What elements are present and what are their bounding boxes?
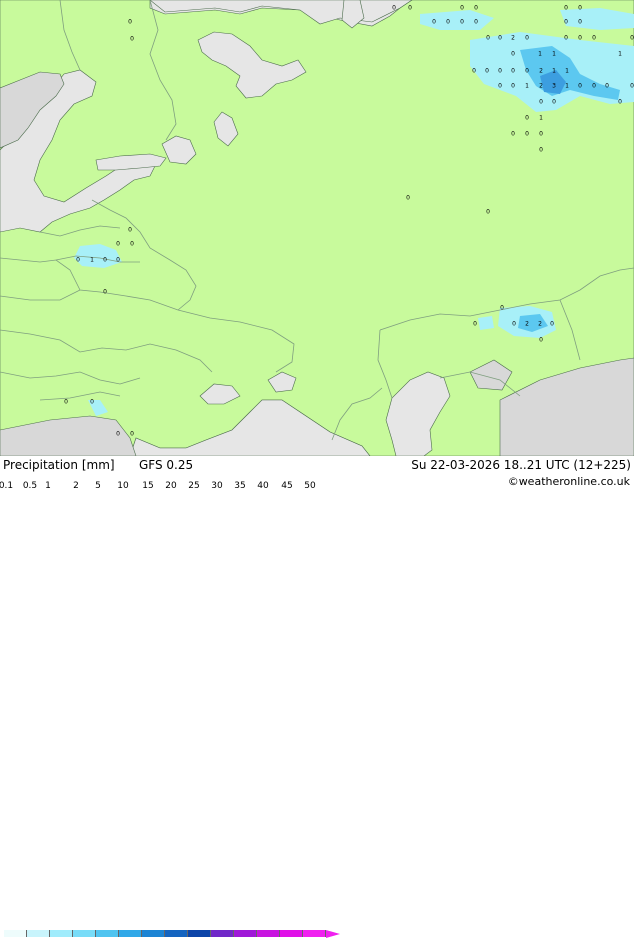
precip-value-label: 0 <box>630 35 634 42</box>
precip-value-label: 2 <box>538 321 542 328</box>
precip-value-label: 0 <box>90 399 94 406</box>
precip-value-label: 0 <box>592 83 596 90</box>
legend-swatch <box>280 930 303 937</box>
precip-value-label: 0 <box>473 321 477 328</box>
precip-value-label: 1 <box>565 83 569 90</box>
precip-value-label: 1 <box>552 68 556 75</box>
precip-value-label: 0 <box>539 147 543 154</box>
precip-value-label: 0 <box>512 321 516 328</box>
legend-swatch <box>27 930 50 937</box>
precip-value-label: 0 <box>539 131 543 138</box>
precip-value-label: 0 <box>130 431 134 438</box>
precip-value-label: 0 <box>552 99 556 106</box>
precip-value-label: 2 <box>539 68 543 75</box>
precip-value-label: 0 <box>406 195 410 202</box>
legend-swatch <box>303 930 326 937</box>
precip-value-label: 1 <box>618 51 622 58</box>
precip-value-label: 0 <box>460 19 464 26</box>
precip-value-label: 0 <box>550 321 554 328</box>
precip-value-label: 0 <box>525 115 529 122</box>
precip-value-label: 0 <box>446 19 450 26</box>
precip-value-label: 1 <box>525 83 529 90</box>
legend-swatch <box>119 930 142 937</box>
precip-value-label: 2 <box>539 83 543 90</box>
precip-value-label: 0 <box>474 5 478 12</box>
precip-value-label: 0 <box>511 83 515 90</box>
precip-value-label: 1 <box>90 257 94 264</box>
precip-value-label: 0 <box>472 68 476 75</box>
precip-value-label: 0 <box>564 35 568 42</box>
forecast-datetime: Su 22-03-2026 18..21 UTC (12+225) <box>411 458 631 472</box>
legend-swatch <box>234 930 257 937</box>
precip-value-label: 0 <box>103 257 107 264</box>
legend-swatch <box>211 930 234 937</box>
legend-swatch <box>4 930 27 937</box>
precip-value-label: 0 <box>539 337 543 344</box>
precip-value-label: 0 <box>392 5 396 12</box>
legend-swatch <box>73 930 96 937</box>
precip-value-label: 1 <box>552 51 556 58</box>
precip-value-label: 0 <box>432 19 436 26</box>
precip-value-label: 0 <box>511 131 515 138</box>
precip-value-label: 0 <box>130 36 134 43</box>
precip-value-label: 0 <box>539 99 543 106</box>
precip-value-label: 0 <box>103 289 107 296</box>
weather-map-screen: 0 0 0 0 0 0 0 0 0 0 0 0 0 0 0 0 2 0 0 0 0 0 0 1 1 1 0 0 0 0 0 2 1 1 0 0 1 2 3 1… <box>0 0 634 938</box>
precip-value-label: 0 <box>525 68 529 75</box>
precip-value-label: 0 <box>618 99 622 106</box>
legend-swatch <box>257 930 280 937</box>
precip-value-label: 0 <box>564 5 568 12</box>
precip-value-label: 0 <box>116 431 120 438</box>
precip-value-label: 0 <box>578 19 582 26</box>
precip-value-label: 0 <box>605 83 609 90</box>
precip-value-label: 2 <box>525 321 529 328</box>
precip-value-label: 0 <box>511 68 515 75</box>
precip-value-label: 0 <box>128 19 132 26</box>
precip-value-label: 0 <box>486 35 490 42</box>
model-name: GFS 0.25 <box>139 458 194 472</box>
legend-swatch <box>50 930 73 937</box>
precip-value-label: 0 <box>130 241 134 248</box>
precip-value-label: 0 <box>578 35 582 42</box>
precip-value-label: 0 <box>76 257 80 264</box>
precip-value-label: 0 <box>578 5 582 12</box>
precip-value-label: 0 <box>498 83 502 90</box>
precip-value-label: 1 <box>538 51 542 58</box>
credit-link[interactable]: ©weatheronline.co.uk <box>508 475 630 489</box>
legend-arrow <box>326 929 340 938</box>
precip-value-label: 1 <box>539 115 543 122</box>
legend-swatch <box>96 930 119 937</box>
legend-swatch <box>165 930 188 937</box>
precip-value-label: 0 <box>511 51 515 58</box>
precip-value-label: 0 <box>630 83 634 90</box>
precip-value-label: 0 <box>408 5 412 12</box>
precip-value-label: 0 <box>486 209 490 216</box>
precip-value-label: 0 <box>116 241 120 248</box>
precip-value-label: 0 <box>128 227 132 234</box>
precip-value-label: 0 <box>460 5 464 12</box>
precip-value-label: 0 <box>578 83 582 90</box>
precipitation-legend <box>4 929 340 938</box>
precip-value-label: 3 <box>552 83 556 90</box>
map-title: Precipitation [mm] <box>3 458 115 472</box>
precip-value-label: 0 <box>474 19 478 26</box>
precip-value-label: 1 <box>565 68 569 75</box>
legend-swatch <box>142 930 165 937</box>
precip-value-label: 0 <box>498 68 502 75</box>
precipitation-map[interactable]: 0 0 0 0 0 0 0 0 0 0 0 0 0 0 0 0 2 0 0 0 0 0 0 1 1 1 0 0 0 0 0 2 1 1 0 0 1 2 3 1… <box>0 0 634 456</box>
precip-value-label: 2 <box>511 35 515 42</box>
precip-value-label: 0 <box>564 19 568 26</box>
precip-value-label: 0 <box>116 257 120 264</box>
legend-swatch <box>188 930 211 937</box>
precip-value-label: 0 <box>485 68 489 75</box>
precip-value-label: 0 <box>498 35 502 42</box>
precip-value-label: 0 <box>500 305 504 312</box>
precip-value-label: 0 <box>592 35 596 42</box>
precip-value-label: 0 <box>525 131 529 138</box>
precip-value-label: 0 <box>525 35 529 42</box>
precip-value-label: 0 <box>64 399 68 406</box>
